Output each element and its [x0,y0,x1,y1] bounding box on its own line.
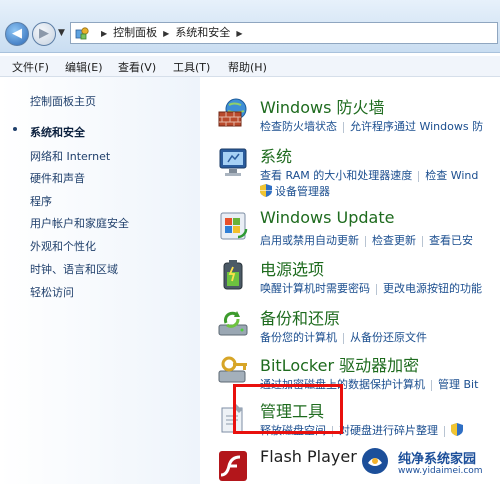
current-page-bullet-icon [13,127,17,131]
back-button[interactable]: ◀ [5,22,29,46]
check-windows-link[interactable]: 检查 Wind [425,169,478,182]
category-links-row2: 设备管理器 [260,183,330,199]
breadcrumb-system-security[interactable]: 系统和安全 [175,26,230,39]
check-updates-link[interactable]: 检查更新 [372,234,416,247]
category-windows-update: Windows Update 启用或禁用自动更新 检查更新 查看已安 [200,208,500,258]
menu-view[interactable]: 查看(V) [118,59,156,75]
category-windows-firewall: Windows 防火墙 检查防火墙状态 允许程序通过 Windows 防 [200,94,500,144]
category-title[interactable]: Windows 防火墙 [260,94,385,118]
highlight-annotation-box [233,384,343,434]
defragment-link[interactable]: 对硬盘进行碎片整理 [339,424,438,437]
restore-files-link[interactable]: 从备份还原文件 [350,331,427,344]
control-panel-icon [75,27,89,40]
control-panel-window: ◀ ▶ ▼ ▶ 控制面板 ▶ 系统和安全 ▶ 文件(F) 编辑(E) 查看(V) 工具(… [0,0,500,484]
watermark-name: 纯净系统家园 [398,452,477,467]
address-field[interactable]: ▶ 控制面板 ▶ 系统和安全 ▶ [70,22,498,44]
chevron-right-icon[interactable]: ▶ [163,29,169,38]
nav-programs[interactable]: 程序 [30,193,52,209]
uac-shield-icon [451,423,463,436]
category-system: 系统 查看 RAM 的大小和处理器速度 检查 Wind 设备管理器 [200,143,500,198]
uac-shield-icon [260,184,272,197]
menu-bar: 文件(F) 编辑(E) 查看(V) 工具(T) 帮助(H) [0,56,500,77]
nav-system-security[interactable]: 系统和安全 [30,124,85,140]
check-firewall-status-link[interactable]: 检查防火墙状态 [260,120,337,133]
category-links: 查看 RAM 的大小和处理器速度 检查 Wind [260,167,478,183]
menu-edit[interactable]: 编辑(E) [65,59,103,75]
firewall-icon [218,98,247,127]
category-links: 检查防火墙状态 允许程序通过 Windows 防 [260,118,483,134]
category-title[interactable]: 备份和还原 [260,305,340,329]
recent-pages-dropdown-icon[interactable]: ▼ [58,28,65,38]
address-toolbar: ◀ ▶ ▼ ▶ 控制面板 ▶ 系统和安全 ▶ [0,0,500,53]
backup-computer-link[interactable]: 备份您的计算机 [260,331,337,344]
category-title[interactable]: Flash Player [260,447,357,466]
category-backup-restore: 备份和还原 备份您的计算机 从备份还原文件 [200,305,500,355]
view-ram-cpu-link[interactable]: 查看 RAM 的大小和处理器速度 [260,169,412,182]
nav-clock-language-region[interactable]: 时钟、语言和区域 [30,261,118,277]
category-title[interactable]: BitLocker 驱动器加密 [260,352,419,376]
power-options-icon [223,260,243,290]
category-links: 唤醒计算机时需要密码 更改电源按钮的功能 [260,280,482,296]
watermark: 纯净系统家园 www.yidaimei.com [360,444,498,482]
power-button-link[interactable]: 更改电源按钮的功能 [383,282,482,295]
flash-player-icon [219,451,247,481]
menu-file[interactable]: 文件(F) [12,59,49,75]
device-manager-link[interactable]: 设备管理器 [275,185,330,198]
nav-appearance[interactable]: 外观和个性化 [30,238,96,254]
menu-tools[interactable]: 工具(T) [173,59,210,75]
category-title[interactable]: 电源选项 [260,256,324,280]
windows-update-icon [220,212,248,240]
forward-button[interactable]: ▶ [32,22,56,46]
left-nav-pane: 控制面板主页 系统和安全 网络和 Internet 硬件和声音 程序 用户帐户和… [0,77,200,484]
wake-password-link[interactable]: 唤醒计算机时需要密码 [260,282,370,295]
nav-hardware-sound[interactable]: 硬件和声音 [30,170,85,186]
allow-program-link[interactable]: 允许程序通过 Windows 防 [350,120,483,133]
view-installed-link[interactable]: 查看已安 [429,234,473,247]
manage-bitlocker-link[interactable]: 管理 Bit [438,378,478,391]
toggle-auto-update-link[interactable]: 启用或禁用自动更新 [260,234,359,247]
nav-ease-of-access[interactable]: 轻松访问 [30,284,74,300]
nav-network-internet[interactable]: 网络和 Internet [30,148,110,164]
chevron-right-icon[interactable]: ▶ [101,29,107,38]
breadcrumb-control-panel[interactable]: 控制面板 [113,26,157,39]
category-links: 备份您的计算机 从备份还原文件 [260,329,427,345]
category-title[interactable]: 系统 [260,143,292,167]
chevron-right-icon[interactable]: ▶ [236,29,242,38]
category-title[interactable]: Windows Update [260,208,394,227]
nav-control-panel-home[interactable]: 控制面板主页 [30,93,96,109]
menu-help[interactable]: 帮助(H) [228,59,267,75]
backup-restore-icon [218,311,248,336]
bitlocker-icon [218,356,247,383]
watermark-logo-icon [362,448,388,474]
system-icon [219,148,247,176]
nav-user-accounts[interactable]: 用户帐户和家庭安全 [30,215,129,231]
category-links: 启用或禁用自动更新 检查更新 查看已安 [260,232,473,248]
watermark-url: www.yidaimei.com [398,466,483,476]
category-power-options: 电源选项 唤醒计算机时需要密码 更改电源按钮的功能 [200,256,500,306]
